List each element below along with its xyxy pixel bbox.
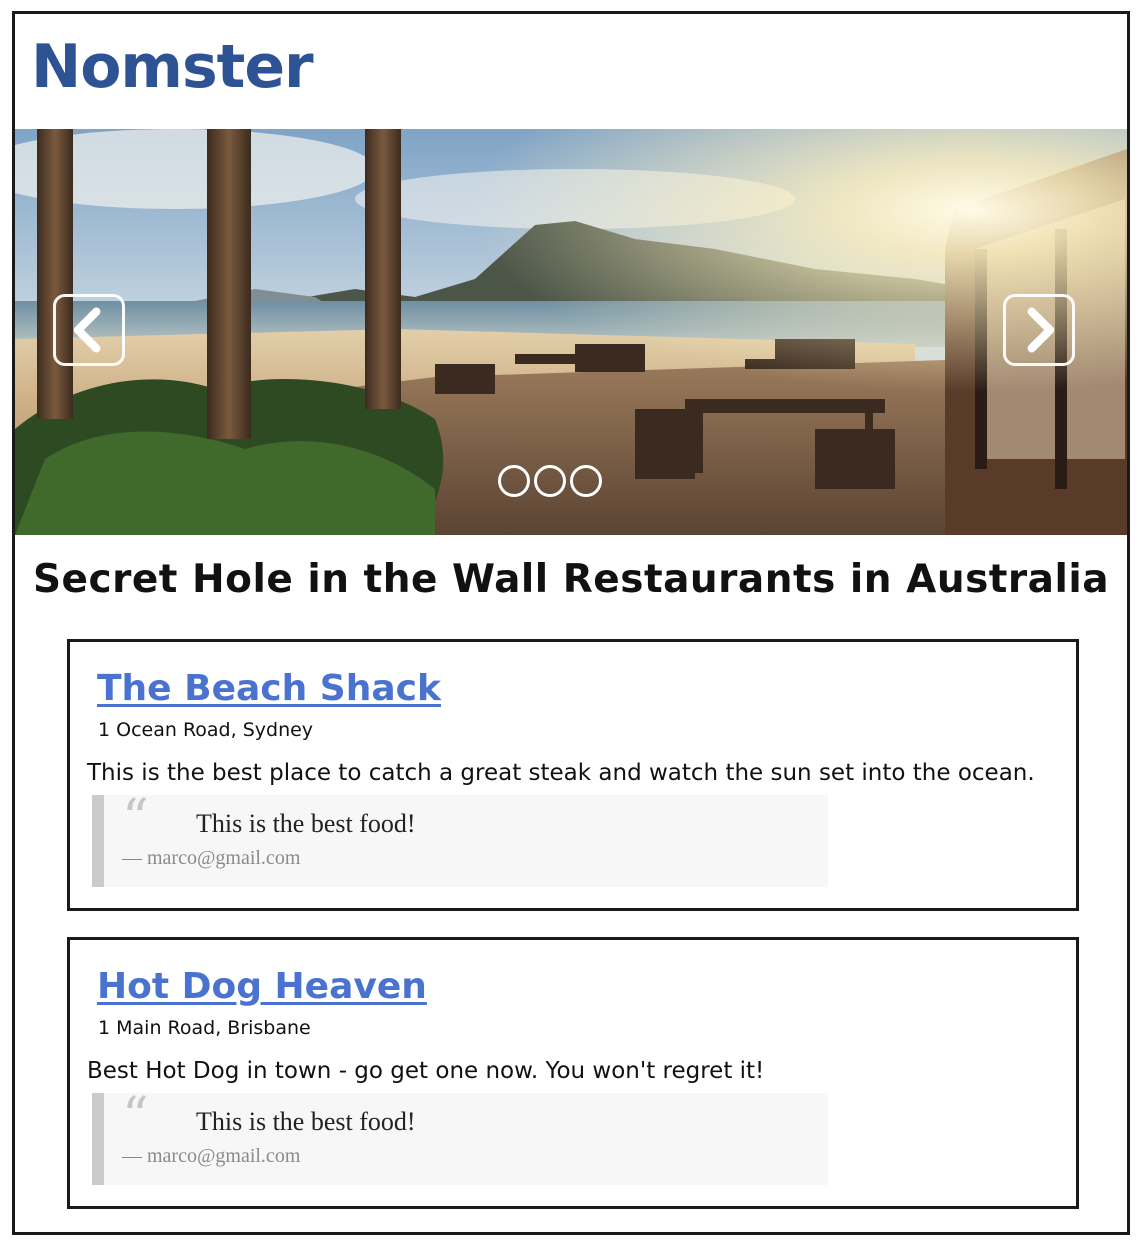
carousel-indicator-1[interactable]	[498, 465, 530, 497]
page-frame: Nomster Secret Hole in the Wall Restaura…	[12, 11, 1130, 1235]
header: Nomster	[15, 14, 1127, 132]
carousel-indicators	[498, 465, 602, 497]
quote-mark-icon: “	[122, 789, 149, 849]
place-name-link[interactable]: The Beach Shack	[97, 668, 441, 709]
place-card: The Beach Shack 1 Ocean Road, Sydney Thi…	[67, 639, 1079, 911]
quote-mark-icon: “	[122, 1087, 149, 1147]
review-blockquote: “ This is the best food! — marco@gmail.c…	[92, 1087, 828, 1185]
chevron-right-icon	[1027, 307, 1055, 353]
brand-logo[interactable]: Nomster	[31, 32, 314, 102]
place-description: This is the best place to catch a great …	[87, 760, 1035, 786]
place-address: 1 Ocean Road, Sydney	[98, 719, 314, 741]
review-author: — marco@gmail.com	[122, 847, 301, 869]
place-card: Hot Dog Heaven 1 Main Road, Brisbane Bes…	[67, 937, 1079, 1209]
review-author: — marco@gmail.com	[122, 1145, 301, 1167]
chevron-left-icon	[73, 307, 101, 353]
carousel-indicator-3[interactable]	[570, 465, 602, 497]
place-description: Best Hot Dog in town - go get one now. Y…	[87, 1058, 765, 1084]
carousel-indicator-2[interactable]	[534, 465, 566, 497]
carousel-next-button[interactable]	[1003, 294, 1075, 366]
place-name-link[interactable]: Hot Dog Heaven	[97, 966, 427, 1007]
carousel-prev-button[interactable]	[53, 294, 125, 366]
review-text: This is the best food!	[196, 809, 416, 838]
review-text: This is the best food!	[196, 1107, 416, 1136]
place-address: 1 Main Road, Brisbane	[98, 1017, 311, 1039]
image-carousel[interactable]	[15, 129, 1127, 535]
page-title: Secret Hole in the Wall Restaurants in A…	[32, 557, 1110, 602]
review-blockquote: “ This is the best food! — marco@gmail.c…	[92, 789, 828, 887]
